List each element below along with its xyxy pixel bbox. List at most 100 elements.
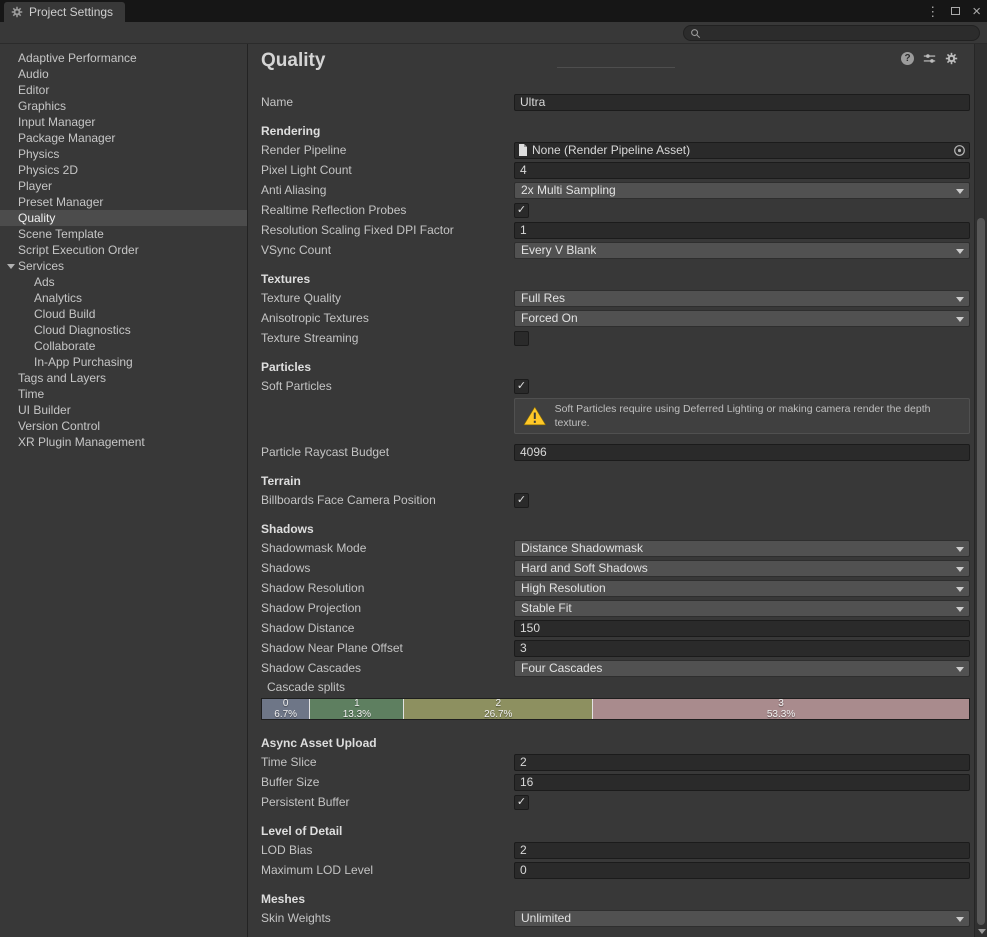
shadows-dropdown[interactable]: Hard and Soft Shadows xyxy=(514,560,970,577)
skin-weights-dropdown[interactable]: Unlimited xyxy=(514,910,970,927)
cascade-segment-1[interactable]: 1 13.3% xyxy=(309,699,403,719)
preset-icon[interactable] xyxy=(923,52,936,65)
cascade-segment-3[interactable]: 3 53.3% xyxy=(592,699,969,719)
shadow-resolution-dropdown[interactable]: High Resolution xyxy=(514,580,970,597)
cascade-splits-bar[interactable]: 0 6.7% 1 13.3% 2 26.7% 3 53.3% xyxy=(261,698,970,720)
shadow-projection-dropdown[interactable]: Stable Fit xyxy=(514,600,970,617)
warning-helpbox: Soft Particles require using Deferred Li… xyxy=(514,398,970,434)
shadow-resolution-row: Shadow Resolution High Resolution xyxy=(261,578,970,598)
check-icon: ✓ xyxy=(517,205,526,216)
shadow-cascades-dropdown[interactable]: Four Cascades xyxy=(514,660,970,677)
field-label: LOD Bias xyxy=(261,843,514,857)
check-icon: ✓ xyxy=(517,381,526,392)
field-label: Shadowmask Mode xyxy=(261,541,514,555)
cascade-segment-0[interactable]: 0 6.7% xyxy=(262,699,309,719)
sidebar-item-ads[interactable]: Ads xyxy=(0,274,247,290)
max-lod-input[interactable] xyxy=(514,862,970,879)
sidebar-item-script-execution-order[interactable]: Script Execution Order xyxy=(0,242,247,258)
name-input[interactable] xyxy=(514,94,970,111)
name-row: Name xyxy=(261,92,970,112)
cascade-segment-2[interactable]: 2 26.7% xyxy=(403,699,592,719)
persistent-buffer-checkbox[interactable]: ✓ xyxy=(514,795,529,810)
sidebar-item-editor[interactable]: Editor xyxy=(0,82,247,98)
field-label: Soft Particles xyxy=(261,379,514,393)
dropdown-value: Stable Fit xyxy=(521,601,572,615)
gear-icon[interactable] xyxy=(945,52,958,65)
billboards-row: Billboards Face Camera Position ✓ xyxy=(261,490,970,510)
anisotropic-dropdown[interactable]: Forced On xyxy=(514,310,970,327)
field-label: VSync Count xyxy=(261,243,514,257)
tab-project-settings[interactable]: Project Settings xyxy=(4,2,125,22)
scroll-down-icon[interactable] xyxy=(978,929,986,934)
maximize-icon[interactable] xyxy=(951,7,960,15)
field-label: Time Slice xyxy=(261,755,514,769)
warning-icon xyxy=(523,406,547,426)
chevron-down-icon xyxy=(956,249,964,254)
lod-bias-input[interactable] xyxy=(514,842,970,859)
resolution-scaling-row: Resolution Scaling Fixed DPI Factor xyxy=(261,220,970,240)
vsync-dropdown[interactable]: Every V Blank xyxy=(514,242,970,259)
shadow-cascades-row: Shadow Cascades Four Cascades xyxy=(261,658,970,678)
anti-aliasing-row: Anti Aliasing 2x Multi Sampling xyxy=(261,180,970,200)
sidebar-item-quality[interactable]: Quality xyxy=(0,210,247,226)
sidebar-item-time[interactable]: Time xyxy=(0,386,247,402)
sidebar-item-package-manager[interactable]: Package Manager xyxy=(0,130,247,146)
sidebar-item-cloud-diagnostics[interactable]: Cloud Diagnostics xyxy=(0,322,247,338)
billboards-checkbox[interactable]: ✓ xyxy=(514,493,529,508)
cascade-percent: 6.7% xyxy=(274,709,297,719)
sidebar-item-audio[interactable]: Audio xyxy=(0,66,247,82)
shadowmask-mode-dropdown[interactable]: Distance Shadowmask xyxy=(514,540,970,557)
buffer-size-input[interactable] xyxy=(514,774,970,791)
texture-quality-dropdown[interactable]: Full Res xyxy=(514,290,970,307)
sidebar-item-tags-and-layers[interactable]: Tags and Layers xyxy=(0,370,247,386)
shadow-distance-input[interactable] xyxy=(514,620,970,637)
shadow-near-plane-input[interactable] xyxy=(514,640,970,657)
sidebar-item-physics-2d[interactable]: Physics 2D xyxy=(0,162,247,178)
field-label: Shadow Projection xyxy=(261,601,514,615)
anti-aliasing-dropdown[interactable]: 2x Multi Sampling xyxy=(514,182,970,199)
sidebar-item-xr-plugin-management[interactable]: XR Plugin Management xyxy=(0,434,247,450)
texture-streaming-row: Texture Streaming ✓ xyxy=(261,328,970,348)
sidebar-item-cloud-build[interactable]: Cloud Build xyxy=(0,306,247,322)
sidebar-item-player[interactable]: Player xyxy=(0,178,247,194)
sidebar-item-collaborate[interactable]: Collaborate xyxy=(0,338,247,354)
close-icon[interactable]: × xyxy=(972,4,981,19)
sidebar-item-graphics[interactable]: Graphics xyxy=(0,98,247,114)
sidebar-item-physics[interactable]: Physics xyxy=(0,146,247,162)
soft-particles-row: Soft Particles ✓ xyxy=(261,376,970,396)
field-label: Maximum LOD Level xyxy=(261,863,514,877)
object-picker-icon[interactable] xyxy=(953,144,966,157)
soft-particles-checkbox[interactable]: ✓ xyxy=(514,379,529,394)
texture-streaming-checkbox[interactable]: ✓ xyxy=(514,331,529,346)
cascade-splits-label-row: Cascade splits xyxy=(261,678,970,696)
vertical-scrollbar[interactable] xyxy=(974,44,987,937)
foldout-open-icon[interactable] xyxy=(7,264,15,269)
field-label: Anti Aliasing xyxy=(261,183,514,197)
resolution-scaling-input[interactable] xyxy=(514,222,970,239)
sidebar-item-in-app-purchasing[interactable]: In-App Purchasing xyxy=(0,354,247,370)
sidebar-item-scene-template[interactable]: Scene Template xyxy=(0,226,247,242)
realtime-reflection-probes-checkbox[interactable]: ✓ xyxy=(514,203,529,218)
project-settings-icon xyxy=(11,6,23,18)
chevron-down-icon xyxy=(956,667,964,672)
sidebar-item-version-control[interactable]: Version Control xyxy=(0,418,247,434)
search-input[interactable] xyxy=(705,27,973,39)
sidebar-item-services[interactable]: Services xyxy=(0,258,247,274)
cascade-index: 3 xyxy=(778,699,784,709)
field-label: Skin Weights xyxy=(261,911,514,925)
sidebar-item-ui-builder[interactable]: UI Builder xyxy=(0,402,247,418)
chevron-down-icon xyxy=(956,317,964,322)
render-pipeline-row: Render Pipeline None (Render Pipeline As… xyxy=(261,140,970,160)
render-pipeline-object-field[interactable]: None (Render Pipeline Asset) xyxy=(514,142,970,159)
time-slice-input[interactable] xyxy=(514,754,970,771)
particle-raycast-input[interactable] xyxy=(514,444,970,461)
sidebar-item-analytics[interactable]: Analytics xyxy=(0,290,247,306)
sidebar-item-input-manager[interactable]: Input Manager xyxy=(0,114,247,130)
search-field[interactable] xyxy=(683,25,980,41)
sidebar-item-adaptive-performance[interactable]: Adaptive Performance xyxy=(0,50,247,66)
scrollbar-thumb[interactable] xyxy=(977,218,985,925)
sidebar-item-preset-manager[interactable]: Preset Manager xyxy=(0,194,247,210)
window-menu-icon[interactable]: ⋮ xyxy=(926,5,939,18)
pixel-light-count-input[interactable] xyxy=(514,162,970,179)
help-icon[interactable]: ? xyxy=(901,52,914,65)
